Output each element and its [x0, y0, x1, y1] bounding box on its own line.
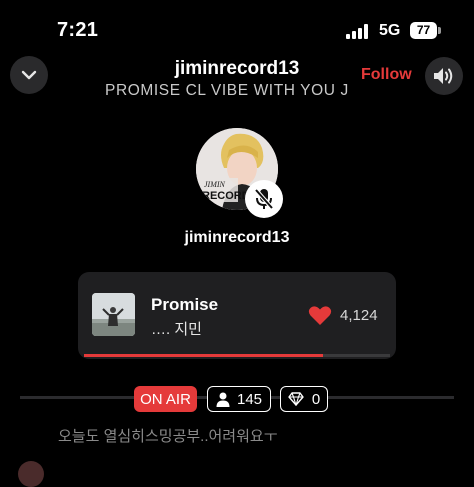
network-label: 5G — [379, 22, 401, 39]
chat-message: 오늘도 열심히스밍공부..어려워요ㅜ — [58, 428, 278, 445]
listener-count: 145 — [236, 390, 263, 408]
mic-off-icon — [254, 188, 274, 210]
svg-text:RECORD: RECORD — [202, 190, 250, 202]
song-artist: …. 지민 — [151, 321, 202, 338]
speaker-button[interactable] — [425, 57, 463, 95]
song-progress-bar — [84, 354, 390, 357]
gem-count: 0 — [311, 390, 321, 408]
svg-text:JIMIN: JIMIN — [204, 180, 226, 189]
person-icon — [216, 392, 230, 407]
chat-user-avatar[interactable] — [18, 461, 44, 487]
speaker-icon — [434, 68, 453, 84]
on-air-badge: ON AIR — [134, 386, 197, 412]
like-count: 4,124 — [340, 307, 378, 324]
battery-icon: 77 — [410, 22, 437, 39]
like-button[interactable] — [308, 305, 332, 331]
mic-muted-badge — [245, 180, 283, 218]
song-progress-fill — [84, 354, 323, 357]
host-avatar-name: jiminrecord13 — [184, 229, 290, 246]
gem-count-button[interactable]: 0 — [280, 386, 328, 412]
follow-button[interactable]: Follow — [361, 66, 412, 84]
status-time: 7:21 — [57, 19, 99, 41]
song-title: Promise — [151, 295, 219, 314]
now-playing-card[interactable]: Promise …. 지민 4,124 — [78, 272, 396, 359]
listener-count-button[interactable]: 145 — [207, 386, 271, 412]
heart-icon — [308, 306, 332, 325]
album-art — [92, 293, 135, 336]
diamond-icon — [288, 392, 304, 406]
signal-icon — [346, 24, 370, 39]
battery-tip — [438, 27, 441, 34]
room-title: PROMISE CL VIBE WITH YOU JIMIN — [105, 82, 350, 99]
